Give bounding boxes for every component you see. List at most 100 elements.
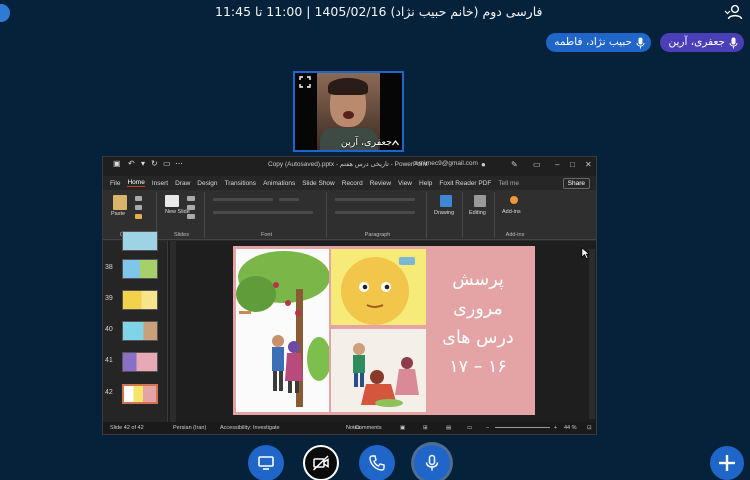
zoom-level[interactable]: 44 %	[564, 425, 577, 431]
language-status[interactable]: Persian (Iran)	[173, 425, 206, 431]
microphone-button[interactable]	[414, 445, 450, 480]
slide-number: 38	[105, 264, 113, 271]
slide-thumbnail-row[interactable]: 40	[103, 321, 168, 343]
format-painter-icon[interactable]	[135, 214, 142, 219]
addins-button[interactable]: Add-ins	[502, 209, 521, 215]
pen-icon[interactable]: ✎	[511, 160, 518, 169]
zoom-in-icon[interactable]: +	[554, 425, 557, 431]
slide-counter: Slide 42 of 42	[110, 425, 144, 431]
slide-number: 42	[105, 389, 113, 396]
tab-slide-show[interactable]: Slide Show	[302, 180, 335, 187]
shapes-icon[interactable]	[440, 195, 452, 207]
meeting-room: فارسی دوم (خانم حبیب نژاد) 1405/02/16 | …	[0, 0, 750, 480]
tab-transitions[interactable]: Transitions	[225, 180, 257, 187]
ppt-workspace: 38 39 40 41 42 پرسش مروری درس های ۱۶ – ۱…	[103, 231, 596, 423]
paragraph-group: Paragraph	[329, 192, 427, 238]
slide-thumbnail[interactable]	[122, 231, 158, 251]
copy-icon[interactable]	[135, 205, 142, 210]
zoom-out-icon[interactable]: –	[486, 425, 489, 431]
slide-thumbnail[interactable]	[122, 352, 158, 372]
drawing-label[interactable]: Drawing	[434, 210, 454, 216]
addins-icon[interactable]	[510, 196, 518, 204]
more-icon[interactable]: ⋯	[175, 159, 183, 168]
slide-thumbnail[interactable]	[122, 290, 158, 310]
minimize-icon[interactable]: –	[555, 160, 559, 169]
screenshare-view: ▣ ↶ ▾ ↻ ▭ ⋯ Copy (Autosaved).pptx - تاری…	[102, 156, 597, 435]
cut-icon[interactable]	[135, 196, 142, 201]
tab-home[interactable]: Home	[127, 179, 145, 187]
tell-me-box[interactable]: Tell me	[498, 180, 519, 187]
audio-button[interactable]	[359, 445, 395, 480]
sorter-view-icon[interactable]: ⊞	[423, 425, 428, 431]
tab-animations[interactable]: Animations	[263, 180, 295, 187]
slide-thumbnail-selected[interactable]	[122, 384, 158, 404]
editing-label[interactable]: Editing	[469, 210, 486, 216]
maximize-icon[interactable]: □	[570, 160, 575, 169]
current-slide[interactable]: پرسش مروری درس های ۱۶ – ۱۷	[233, 246, 535, 415]
camera-toggle-button[interactable]	[303, 445, 339, 480]
tab-foxit[interactable]: Foxit Reader PDF	[439, 180, 491, 187]
tab-insert[interactable]: Insert	[152, 180, 168, 187]
talker-badge: جعفری، آرین	[660, 33, 744, 52]
tab-record[interactable]: Record	[342, 180, 363, 187]
slide-title-line: ۱۶ – ۱۷	[449, 357, 507, 377]
redo-icon[interactable]: ↻	[151, 159, 158, 168]
accessibility-status[interactable]: Accessibility: Investigate	[220, 425, 280, 431]
undo-icon[interactable]: ↶	[128, 159, 135, 168]
tab-help[interactable]: Help	[419, 180, 432, 187]
normal-view-icon[interactable]: ▣	[400, 425, 405, 431]
slide-thumbnail-row[interactable]: 39	[103, 290, 168, 312]
font-group-label: Font	[260, 232, 272, 238]
layout-icon[interactable]	[187, 196, 195, 201]
plus-icon	[719, 455, 735, 471]
ppt-account: omirnec9@gmail.com	[415, 160, 478, 167]
tab-review[interactable]: Review	[370, 180, 391, 187]
slide-title-text: پرسش مروری درس های ۱۶ – ۱۷	[429, 266, 527, 382]
tab-view[interactable]: View	[398, 180, 412, 187]
tab-draw[interactable]: Draw	[175, 180, 190, 187]
ppt-statusbar: Slide 42 of 42 Persian (Iran) Accessibil…	[103, 422, 596, 434]
slide-title-line: مروری	[453, 299, 503, 319]
users-icon[interactable]	[724, 4, 744, 20]
save-icon[interactable]: ▣	[113, 159, 121, 168]
dropdown-icon[interactable]: ▾	[141, 159, 145, 168]
webcam-tile[interactable]: جعفری، آرین	[293, 71, 404, 152]
slide-scrollbar[interactable]	[589, 249, 595, 419]
share-button[interactable]: Share	[562, 178, 590, 189]
present-icon[interactable]: ▭	[163, 159, 171, 168]
slide-title-line: پرسش	[452, 270, 504, 290]
avatar[interactable]: ●	[481, 160, 486, 169]
fit-slide-icon[interactable]: ⊡	[587, 425, 592, 431]
meeting-title: فارسی دوم (خانم حبیب نژاد) 1405/02/16 | …	[215, 4, 543, 19]
microphone-icon	[425, 454, 439, 471]
reset-icon[interactable]	[187, 205, 195, 210]
slide-thumbnail-row[interactable]: 41	[103, 352, 168, 374]
section-icon[interactable]	[187, 214, 195, 219]
microphone-icon	[636, 37, 645, 48]
fullscreen-icon[interactable]	[299, 76, 311, 88]
slide-number: 40	[105, 326, 113, 333]
font-group: Font	[207, 192, 327, 238]
thumbnails-scrollbar[interactable]	[170, 241, 176, 423]
zoom-slider[interactable]	[495, 427, 550, 428]
tab-design[interactable]: Design	[197, 180, 217, 187]
slide-thumbnail[interactable]	[122, 259, 158, 279]
slide-thumbnail[interactable]	[122, 321, 158, 341]
paste-icon[interactable]	[113, 195, 127, 210]
tab-file[interactable]: File	[110, 180, 120, 187]
share-screen-button[interactable]	[248, 445, 284, 480]
session-indicator-icon[interactable]	[0, 4, 10, 22]
find-icon[interactable]	[474, 195, 486, 207]
slide-thumbnail-row[interactable]: 42	[103, 384, 168, 406]
actions-plus-button[interactable]	[710, 446, 744, 480]
paste-label: Paste	[111, 211, 126, 217]
slideshow-view-icon[interactable]: ▭	[467, 425, 472, 431]
comments-button[interactable]: Comments	[355, 425, 382, 431]
chevron-up-icon[interactable]	[392, 140, 399, 146]
talker-badge: حبیب نژاد، فاطمه	[546, 33, 651, 52]
ribbon-display-icon[interactable]: ▭	[533, 160, 541, 169]
close-icon[interactable]: ✕	[585, 160, 592, 169]
new-slide-icon[interactable]	[165, 195, 179, 207]
slide-thumbnail-row[interactable]: 38	[103, 259, 168, 281]
reading-view-icon[interactable]: ▤	[446, 425, 451, 431]
